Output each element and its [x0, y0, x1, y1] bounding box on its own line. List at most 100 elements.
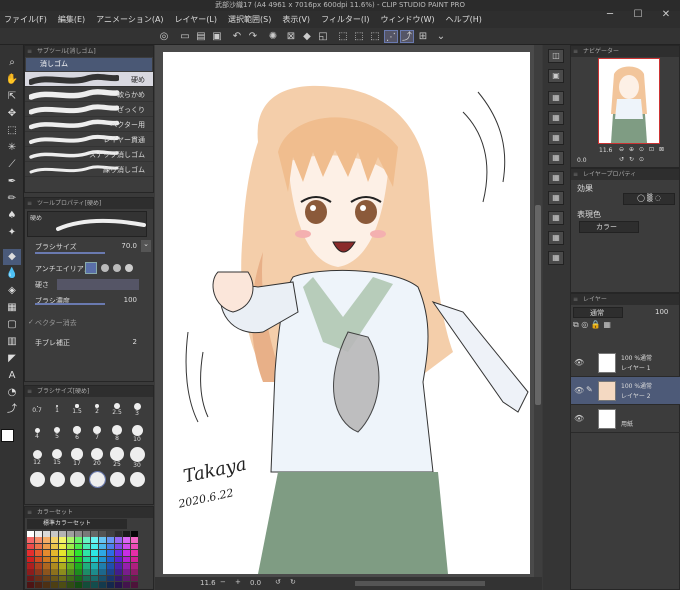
lock-transparency-icon[interactable]: ▦ [603, 320, 611, 329]
fill-icon[interactable]: ◆ [300, 30, 314, 43]
menu-window[interactable]: ウィンドウ(W) [381, 14, 435, 25]
color-swatch[interactable] [43, 543, 50, 550]
color-swatch[interactable] [75, 569, 82, 575]
color-swatch[interactable] [115, 531, 122, 537]
color-swatch[interactable] [51, 537, 58, 543]
navigator-fit-icon[interactable]: ⊙ [639, 146, 644, 153]
transform-icon[interactable]: ◱ [316, 30, 330, 43]
express-color-dropdown[interactable]: カラー [579, 221, 639, 233]
color-swatch[interactable] [51, 550, 58, 556]
brush-size-preset[interactable]: 12 [29, 446, 45, 466]
loading-icon[interactable]: ✺ [266, 30, 280, 43]
selection-icon[interactable]: ⬚ [3, 123, 21, 139]
color-swatch[interactable] [99, 575, 106, 582]
color-swatch[interactable] [59, 543, 66, 550]
antialias-weak-option[interactable] [101, 264, 109, 272]
brush-size-slider[interactable] [35, 252, 105, 254]
zoom-icon[interactable]: ⌕ [3, 55, 21, 71]
brush-icon[interactable]: ♠ [3, 208, 21, 224]
color-swatch[interactable] [115, 556, 122, 563]
gradient-icon[interactable]: ▦ [3, 300, 21, 316]
color-swatch[interactable] [35, 531, 42, 537]
navigator-rotate-left-icon[interactable]: ↺ [619, 156, 624, 163]
color-swatch[interactable] [83, 569, 90, 575]
navigator-reset-rotation-icon[interactable]: ⊙ [639, 156, 644, 163]
color-swatch[interactable] [67, 563, 74, 569]
color-swatch[interactable] [51, 575, 58, 582]
color-swatch[interactable] [27, 556, 34, 563]
color-swatch[interactable] [59, 550, 66, 556]
color-swatch[interactable] [115, 569, 122, 575]
eyedropper-icon[interactable]: ⟋ [3, 157, 21, 173]
brush-size-preset[interactable]: 0.7 [29, 398, 45, 414]
color-swatch[interactable] [27, 563, 34, 569]
color-swatch[interactable] [75, 582, 82, 588]
minimize-icon[interactable]: ─ [596, 9, 624, 20]
color-swatch[interactable] [35, 582, 42, 588]
color-swatch[interactable] [67, 575, 74, 582]
correct-line-icon[interactable]: ⤴ [3, 402, 21, 418]
color-swatch[interactable] [123, 563, 130, 569]
sub-view-icon[interactable]: ▣ [548, 69, 564, 83]
color-swatch[interactable] [43, 582, 50, 588]
density-slider[interactable] [35, 303, 105, 305]
color-swatch[interactable] [115, 563, 122, 569]
close-icon[interactable]: ✕ [652, 9, 680, 20]
color-swatch[interactable] [123, 543, 130, 550]
color-swatch[interactable] [99, 556, 106, 563]
color-swatch[interactable] [131, 531, 138, 537]
color-swatch[interactable] [99, 582, 106, 588]
color-swatch[interactable] [51, 531, 58, 537]
color-swatch[interactable] [131, 569, 138, 575]
color-swatch[interactable] [67, 543, 74, 550]
color-swatch[interactable] [75, 563, 82, 569]
navigator-flip-icon[interactable]: ⊠ [659, 146, 664, 153]
color-swatch[interactable] [27, 575, 34, 582]
fill-bucket-icon[interactable]: ◈ [3, 283, 21, 299]
color-swatch[interactable] [99, 550, 106, 556]
antialias-row[interactable]: アンチエイリアス [25, 261, 153, 277]
color-swatch[interactable] [83, 531, 90, 537]
material-icon[interactable]: ▦ [548, 91, 564, 105]
horizontal-scrollbar[interactable] [355, 581, 485, 586]
navigator-zoom-in-icon[interactable]: ⊕ [629, 146, 634, 153]
undo-icon[interactable]: ↶ [230, 30, 244, 43]
color-swatch[interactable] [51, 569, 58, 575]
hardness-bar[interactable] [57, 279, 139, 290]
subtool-item[interactable]: ざっくり [25, 102, 153, 117]
color-swatch[interactable] [107, 537, 114, 543]
save-icon[interactable]: ▣ [210, 30, 224, 43]
color-swatch[interactable] [27, 569, 34, 575]
color-swatch[interactable] [59, 575, 66, 582]
menu-file[interactable]: ファイル(F) [4, 14, 47, 25]
color-swatch[interactable] [131, 550, 138, 556]
color-swatch[interactable] [107, 575, 114, 582]
vector-erase-row[interactable]: ✓ ベクター消去 [25, 315, 153, 331]
color-swatch[interactable] [35, 543, 42, 550]
blend-icon[interactable]: 💧 [3, 266, 21, 282]
material-icon-7[interactable]: ▦ [548, 211, 564, 225]
vertical-scroll-thumb[interactable] [535, 205, 541, 405]
color-swatch[interactable] [35, 569, 42, 575]
color-swatch[interactable] [107, 550, 114, 556]
material-icon-3[interactable]: ▦ [548, 131, 564, 145]
subtool-item[interactable]: 硬め [25, 72, 153, 87]
color-swatch[interactable] [99, 537, 106, 543]
snap-grid-icon[interactable]: ⊞ [416, 30, 430, 43]
rotate-right-icon[interactable]: ↻ [290, 578, 296, 586]
color-swatch[interactable] [99, 563, 106, 569]
brush-size-preset[interactable]: 1.5 [69, 398, 85, 415]
brush-size-preset[interactable]: 30 [129, 446, 145, 469]
reference-layer-icon[interactable]: ◎ [581, 320, 588, 329]
color-swatch[interactable] [91, 582, 98, 588]
magic-wand-icon[interactable]: ✳ [3, 140, 21, 156]
color-swatch[interactable] [75, 537, 82, 543]
material-icon-8[interactable]: ▦ [548, 231, 564, 245]
color-swatch[interactable] [59, 582, 66, 588]
color-swatch[interactable] [131, 537, 138, 543]
move-layer-icon[interactable]: ✥ [3, 106, 21, 122]
color-swatch[interactable] [131, 563, 138, 569]
subtool-group-tab[interactable]: 消しゴム [26, 58, 152, 71]
layer-row[interactable]: 👁 100 %通常 レイヤー 1 [571, 349, 680, 377]
color-swatch[interactable] [51, 563, 58, 569]
